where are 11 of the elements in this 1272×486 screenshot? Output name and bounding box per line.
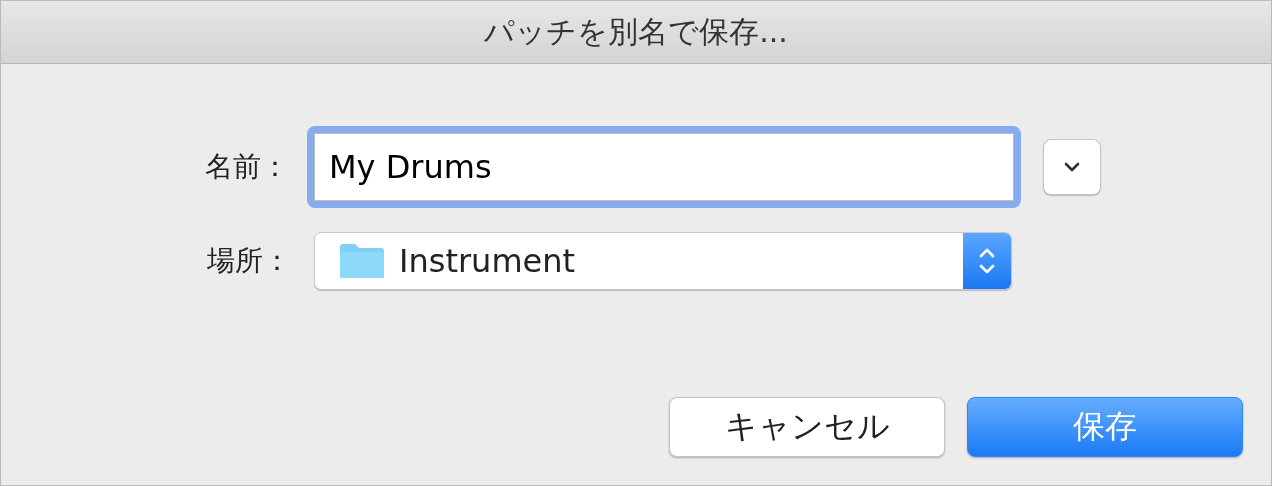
field-label: 場所： — [206, 243, 292, 279]
stepper-icon — [963, 233, 1011, 289]
chevron-down-icon — [1063, 161, 1081, 173]
location-popup[interactable]: Instrument — [314, 232, 1012, 290]
location-value: Instrument — [399, 242, 577, 280]
folder-icon — [339, 243, 385, 279]
name-field[interactable]: My Drums — [307, 126, 1021, 208]
expand-button[interactable] — [1043, 139, 1101, 195]
field-label: 名前： — [204, 149, 290, 185]
dialog-button[interactable]: キャンセル — [669, 397, 945, 457]
window-title: パッチを別名で保存... — [484, 12, 788, 51]
